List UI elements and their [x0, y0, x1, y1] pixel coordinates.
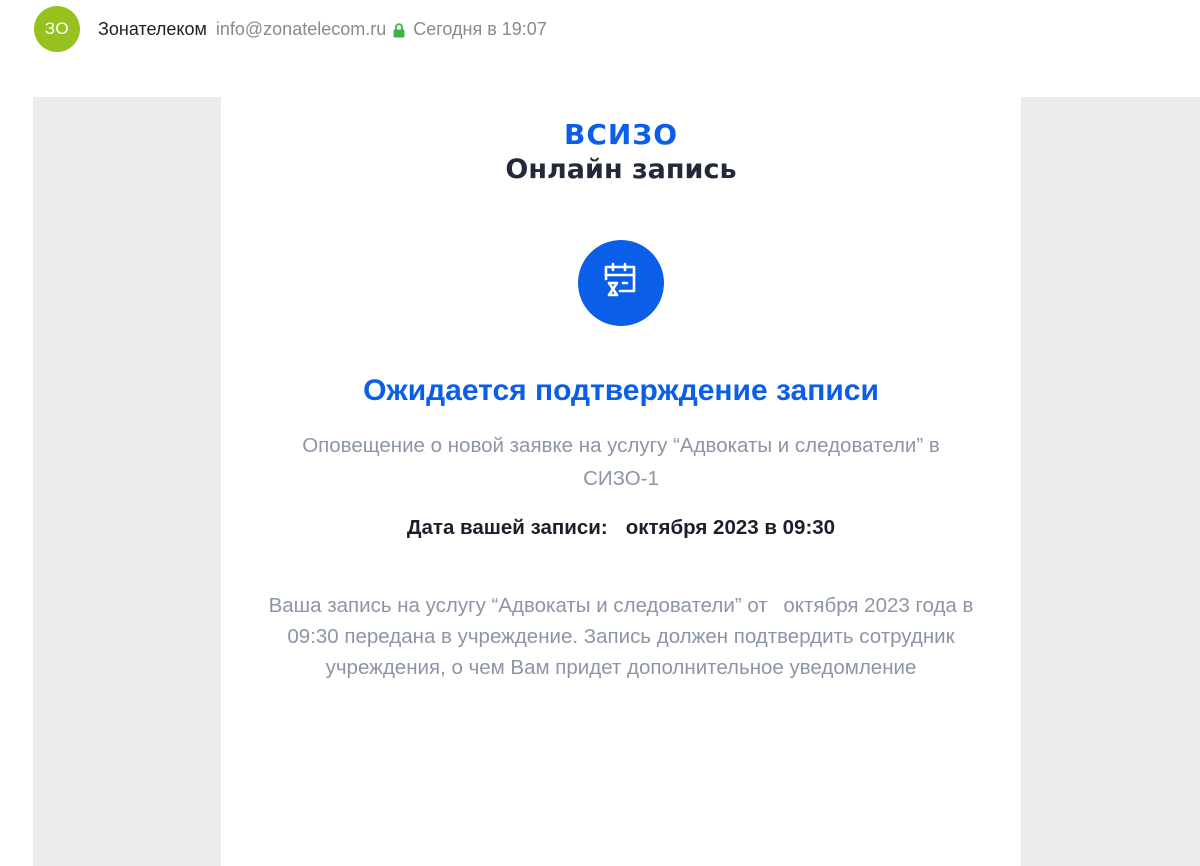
- brand-logo: ВСИЗО: [563, 118, 679, 151]
- date-value: октября 2023 в 09:30: [625, 516, 836, 539]
- status-badge: [578, 240, 664, 326]
- appointment-description: Ваша запись на услугу “Адвокаты и следов…: [246, 590, 996, 683]
- appointment-date: Дата вашей записи: октября 2023 в 09:30: [221, 513, 1021, 543]
- calendar-hourglass-icon: [603, 261, 639, 306]
- date-label: Дата вашей записи:: [406, 516, 608, 539]
- description-part1: Ваша запись на услугу “Адвокаты и следов…: [268, 594, 768, 617]
- brand-subtitle: Онлайн запись: [505, 154, 737, 185]
- message-header: ЗО Зонателеком info@zonatelecom.ru Сегод…: [0, 0, 1200, 60]
- page-title: Ожидается подтверждение записи: [363, 374, 879, 407]
- sender-email[interactable]: info@zonatelecom.ru: [216, 19, 386, 40]
- sender-avatar[interactable]: ЗО: [34, 6, 80, 52]
- sender-name[interactable]: Зонателеком: [98, 19, 207, 40]
- sender-info: Зонателеком info@zonatelecom.ru Сегодня …: [98, 18, 547, 40]
- lock-icon: [393, 22, 405, 37]
- received-time: Сегодня в 19:07: [413, 18, 547, 39]
- notification-text: Оповещение о новой заявке на услугу “Адв…: [302, 434, 940, 490]
